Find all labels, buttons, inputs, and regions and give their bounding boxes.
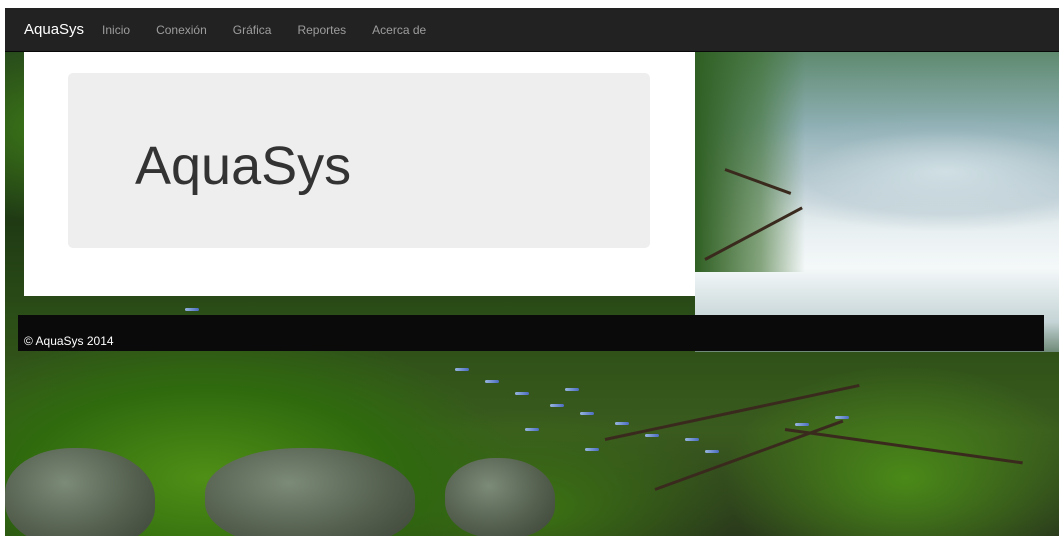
- footer-copyright: © AquaSys 2014: [24, 334, 114, 348]
- nav-link-conexion[interactable]: Conexión: [156, 23, 207, 37]
- top-navbar: AquaSys Inicio Conexión Gráfica Reportes…: [5, 8, 1059, 52]
- fish: [615, 422, 629, 425]
- jumbotron-title: AquaSys: [135, 136, 352, 196]
- fish: [525, 428, 539, 431]
- navbar-brand[interactable]: AquaSys: [24, 21, 84, 38]
- fish: [185, 308, 199, 311]
- fish: [585, 448, 599, 451]
- nav-link-grafica[interactable]: Gráfica: [233, 23, 272, 37]
- fish: [580, 412, 594, 415]
- fish: [795, 423, 809, 426]
- water-surface: [695, 52, 1059, 352]
- rock: [205, 448, 415, 536]
- nav-link-acerca-de[interactable]: Acerca de: [372, 23, 426, 37]
- nav-link-inicio[interactable]: Inicio: [102, 23, 130, 37]
- fish: [515, 392, 529, 395]
- fish: [705, 450, 719, 453]
- fish: [455, 368, 469, 371]
- driftwood-branch: [784, 428, 1023, 465]
- fish: [565, 388, 579, 391]
- rock: [5, 448, 155, 536]
- fish: [645, 434, 659, 437]
- footer-bar: © AquaSys 2014: [18, 315, 1044, 351]
- fish: [835, 416, 849, 419]
- fish: [550, 404, 564, 407]
- fish: [485, 380, 499, 383]
- rock: [445, 458, 555, 536]
- main-container: AquaSys: [24, 52, 695, 296]
- nav-link-reportes[interactable]: Reportes: [297, 23, 346, 37]
- fish: [685, 438, 699, 441]
- jumbotron: AquaSys: [68, 73, 650, 248]
- driftwood-branch: [654, 419, 844, 491]
